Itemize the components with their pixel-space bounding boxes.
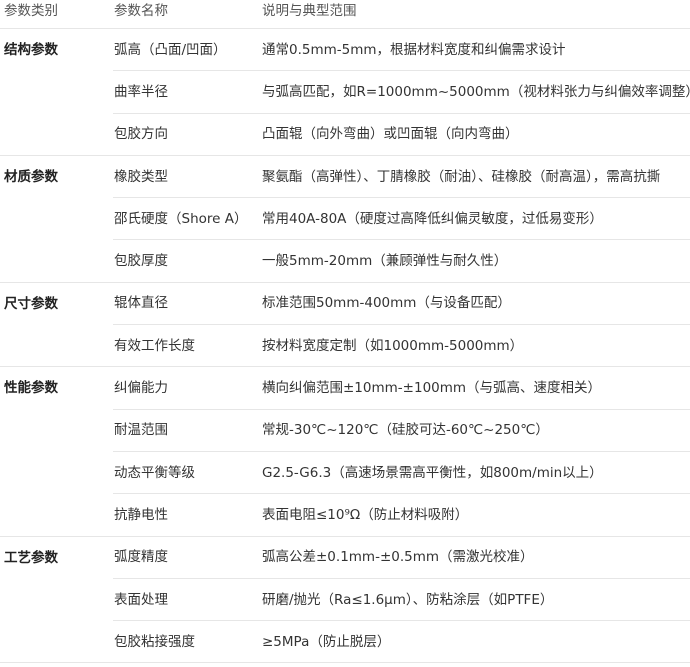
param-desc: 聚氨酯（高弹性）、丁腈橡胶（耐油）、硅橡胶（耐高温），需高抗撕 — [261, 155, 690, 199]
param-desc: 弧高公差±0.1mm-±0.5mm（需激光校准） — [261, 536, 690, 579]
param-name: 有效工作长度 — [113, 324, 261, 368]
header-category: 参数类别 — [4, 3, 58, 19]
param-desc: ≥5MPa（防止脱层） — [261, 620, 690, 664]
table-row: 工艺参数 弧度精度 弧高公差±0.1mm-±0.5mm（需激光校准） — [0, 536, 690, 664]
param-name: 耐温范围 — [113, 409, 261, 452]
param-name: 包胶厚度 — [113, 239, 261, 283]
param-name: 弧高（凸面/凹面） — [113, 27, 261, 72]
param-desc: 标准范围50mm-400mm（与设备匹配） — [261, 282, 690, 326]
category-cell: 材质参数 — [0, 155, 113, 283]
param-desc: 表面电阻≤10⁹Ω（防止材料吸附） — [261, 493, 690, 537]
param-desc: 与弧高匹配，如R=1000mm~5000mm（视材料张力与纠偏效率调整） — [261, 70, 690, 114]
param-name: 表面处理 — [113, 578, 261, 622]
param-desc: 常用40A-80A（硬度过高降低纠偏灵敏度，过低易变形） — [261, 197, 690, 241]
table-row: 材质参数 橡胶类型 聚氨酯（高弹性）、丁腈橡胶（耐油）、硅橡胶（耐高温），需高抗… — [0, 155, 690, 283]
table-row: 性能参数 纠偏能力 横向纠偏范围±10mm-±100mm（与弧高、速度相关） — [0, 366, 690, 537]
category-cell: 性能参数 — [0, 366, 113, 537]
parameter-table: 参数类别 参数名称 说明与典型范围 结构参数 弧高（凸面/凹面） 通常0.5mm… — [0, 0, 690, 664]
param-name: 抗静电性 — [113, 493, 261, 537]
param-name: 动态平衡等级 — [113, 451, 261, 495]
header-name: 参数名称 — [114, 3, 168, 19]
param-desc: 常规-30℃~120℃（硅胶可达-60℃~250℃） — [261, 409, 690, 452]
table-row: 尺寸参数 辊体直径 标准范围50mm-400mm（与设备匹配） — [0, 282, 690, 368]
param-name: 橡胶类型 — [113, 155, 261, 199]
table-row: 结构参数 弧高（凸面/凹面） 通常0.5mm-5mm，根据材料宽度和纠偏需求设计 — [0, 27, 690, 156]
param-desc: G2.5-G6.3（高速场景需高平衡性，如800m/min以上） — [261, 451, 690, 495]
param-name: 包胶方向 — [113, 113, 261, 156]
param-name: 包胶粘接强度 — [113, 620, 261, 664]
param-desc: 凸面辊（向外弯曲）或凹面辊（向内弯曲） — [261, 113, 690, 156]
param-name: 纠偏能力 — [113, 366, 261, 410]
param-name: 弧度精度 — [113, 536, 261, 579]
param-desc: 横向纠偏范围±10mm-±100mm（与弧高、速度相关） — [261, 366, 690, 410]
param-name: 曲率半径 — [113, 70, 261, 114]
category-cell: 结构参数 — [0, 28, 113, 156]
header-description: 说明与典型范围 — [262, 3, 357, 19]
param-desc: 研磨/抛光（Ra≤1.6μm）、防粘涂层（如PTFE） — [261, 578, 690, 622]
param-name: 邵氏硬度（Shore A） — [113, 197, 261, 241]
category-cell: 工艺参数 — [0, 536, 113, 664]
param-desc: 通常0.5mm-5mm，根据材料宽度和纠偏需求设计 — [261, 27, 690, 72]
param-desc: 一般5mm-20mm（兼顾弹性与耐久性） — [261, 239, 690, 283]
param-desc: 按材料宽度定制（如1000mm-5000mm） — [261, 324, 690, 368]
param-name: 辊体直径 — [113, 282, 261, 326]
category-cell: 尺寸参数 — [0, 282, 113, 368]
header-row: 参数类别 参数名称 说明与典型范围 — [0, 0, 690, 29]
